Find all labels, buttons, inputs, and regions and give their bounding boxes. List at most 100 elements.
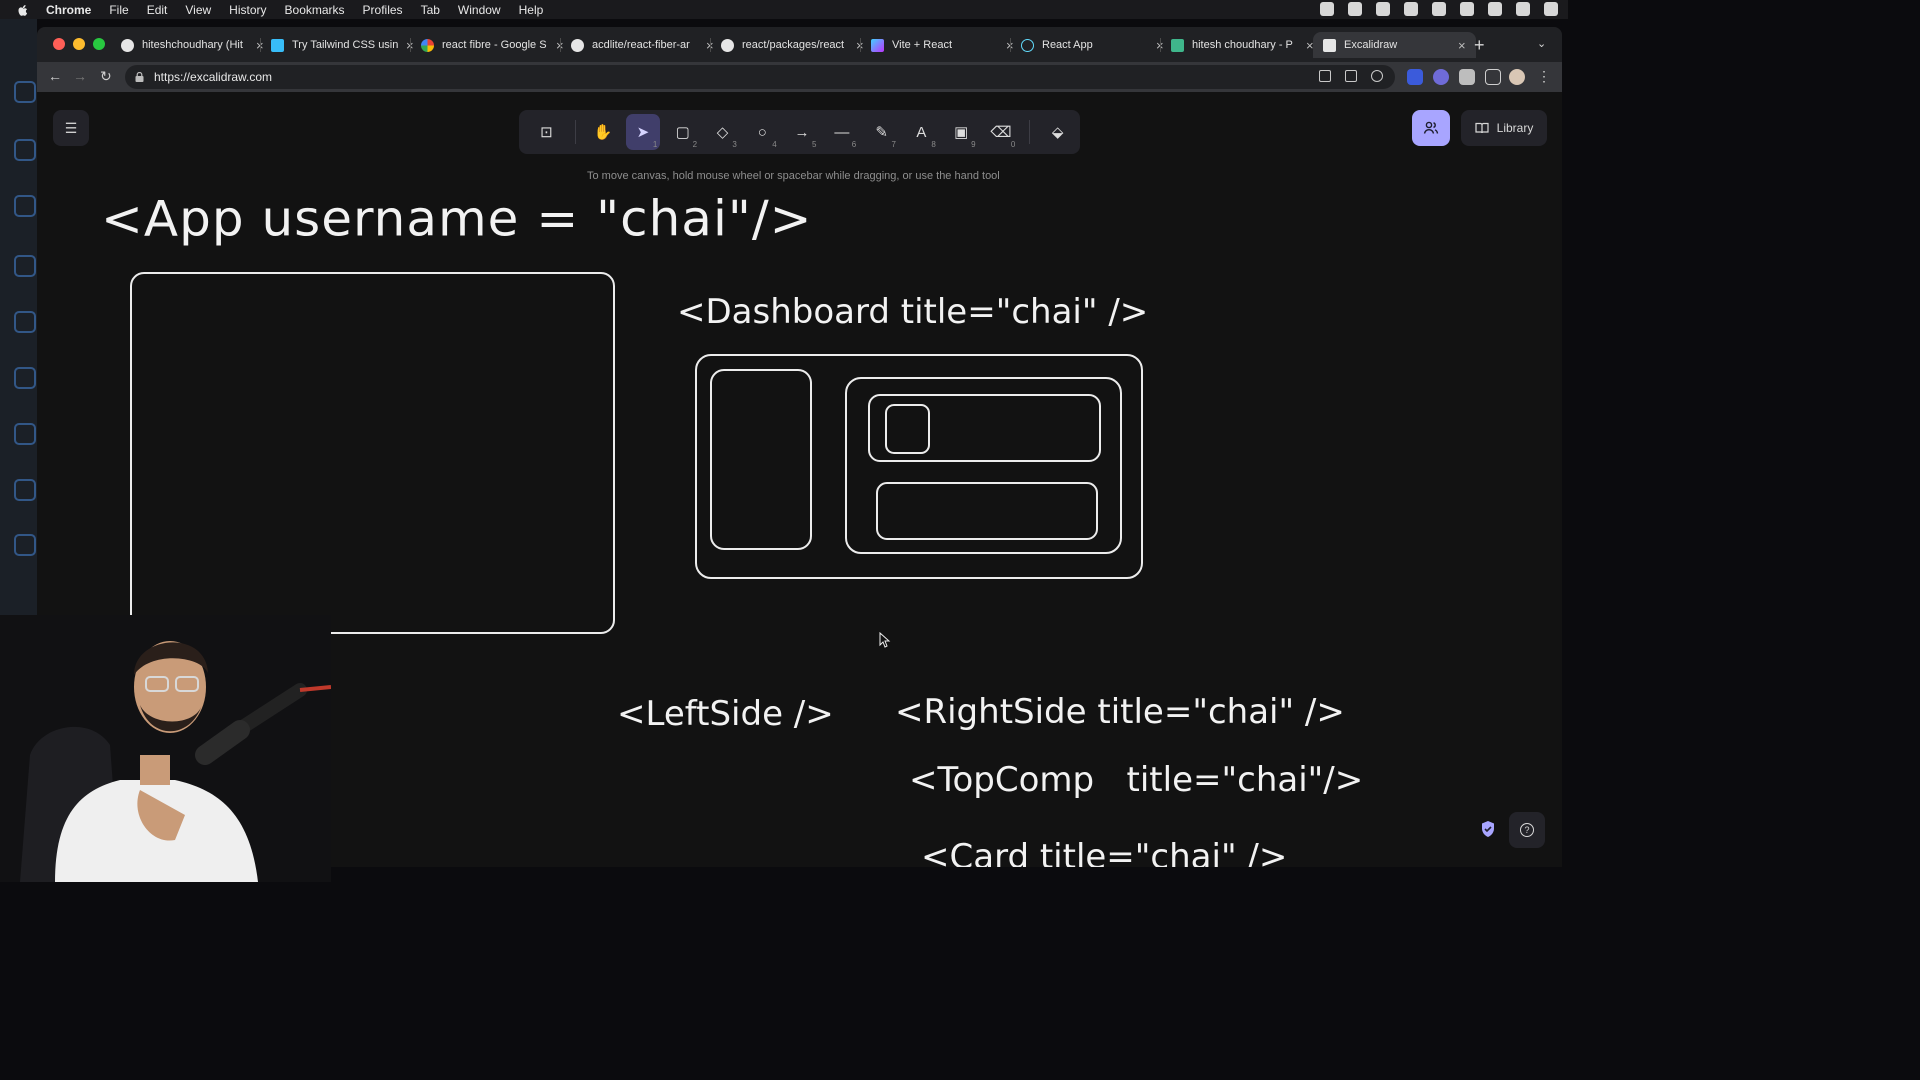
status-cloud-icon[interactable] <box>1376 2 1390 16</box>
minimize-window-button[interactable] <box>73 38 85 50</box>
extra-tools-button[interactable]: ⬙ <box>1040 114 1075 150</box>
tab-react-app[interactable]: React App × <box>1021 32 1164 58</box>
status-app-icon[interactable] <box>1320 2 1334 16</box>
menu-help[interactable]: Help <box>519 3 544 17</box>
tab-google-search[interactable]: react fibre - Google S × <box>421 32 564 58</box>
status-grid-icon[interactable] <box>1432 2 1446 16</box>
library-button[interactable]: Library <box>1461 110 1547 146</box>
dashboard-component-label[interactable]: <Dashboard title="chai" /> <box>677 292 1148 332</box>
help-button[interactable]: ? <box>1509 812 1545 848</box>
topcomp-avatar-box[interactable] <box>885 404 930 454</box>
text-icon: A <box>916 123 927 141</box>
excalidraw-icon <box>1323 38 1336 52</box>
tab-search-chevron-icon[interactable]: ⌄ <box>1537 37 1546 50</box>
reload-button[interactable]: ↻ <box>100 68 112 85</box>
zoom-window-button[interactable] <box>93 38 105 50</box>
rightside-component-label[interactable]: <RightSide title="chai" /> <box>895 692 1345 732</box>
apple-icon[interactable] <box>16 3 30 17</box>
rectangle-tool-button[interactable]: ▢ 2 <box>665 114 700 150</box>
status-m-icon[interactable] <box>1404 2 1418 16</box>
extension-2-icon[interactable] <box>1433 69 1449 85</box>
control-center-icon[interactable] <box>1544 2 1558 16</box>
vite-icon <box>871 38 884 52</box>
lock-tool-button[interactable]: ⊡ <box>529 114 564 150</box>
selection-tool-button[interactable]: ➤ 1 <box>625 114 661 150</box>
tab-hitesh-choudhary[interactable]: hitesh choudhary - P × <box>1171 32 1314 58</box>
topcomp-component-label[interactable]: <TopComp title="chai"/> <box>909 760 1363 800</box>
tab-acdlite-react-fiber[interactable]: acdlite/react-fiber-ar × <box>571 32 714 58</box>
menu-bookmarks[interactable]: Bookmarks <box>285 3 345 17</box>
menu-history[interactable]: History <box>229 3 266 17</box>
app-container-box[interactable] <box>130 272 615 634</box>
close-tab-icon[interactable]: × <box>1458 38 1466 53</box>
app-component-label[interactable]: <App username = "chai"/> <box>101 191 813 248</box>
install-app-icon[interactable] <box>1319 70 1331 82</box>
tab-react-packages[interactable]: react/packages/react × <box>721 32 864 58</box>
tab-excalidraw[interactable]: Excalidraw × <box>1313 32 1476 58</box>
extension-1-icon[interactable] <box>1407 69 1423 85</box>
status-sidebar-icon[interactable] <box>1348 2 1362 16</box>
profile-avatar[interactable] <box>1509 69 1525 85</box>
docker-icon <box>14 423 36 445</box>
card-box[interactable] <box>876 482 1098 540</box>
menu-window[interactable]: Window <box>458 3 501 17</box>
github-icon <box>14 479 36 501</box>
shapes-toolbar: ⊡ ✋ ➤ 1 ▢ 2 ◇ 3 ○ 4 → 5 —6 ✎ 7 A8 ▣ 9 ⌫ 0 ⬙ <box>519 110 1080 154</box>
status-icons <box>1320 2 1558 16</box>
shortcut-key: 8 <box>931 140 936 149</box>
line-tool-button[interactable]: —6 <box>824 114 859 150</box>
share-icon[interactable] <box>1345 70 1357 82</box>
rectangle-icon: ▢ <box>675 124 690 141</box>
url-text[interactable]: https://excalidraw.com <box>154 70 272 84</box>
tab-label: Try Tailwind CSS usin <box>292 39 399 51</box>
draw-tool-button[interactable]: ✎ 7 <box>864 114 899 150</box>
diamond-tool-button[interactable]: ◇ 3 <box>705 114 740 150</box>
battery-icon[interactable] <box>1488 2 1502 16</box>
card-component-label[interactable]: <Card title="chai" /> <box>921 837 1287 867</box>
browser-toolbar: ← → ↻ https://excalidraw.com ⋮ <box>37 62 1562 92</box>
leftside-component-label[interactable]: <LeftSide /> <box>617 694 834 734</box>
eraser-tool-button[interactable]: ⌫ 0 <box>984 114 1019 150</box>
menu-tab[interactable]: Tab <box>421 3 440 17</box>
pointer-icon: ➤ <box>636 124 650 141</box>
new-tab-button[interactable]: + <box>1474 35 1485 56</box>
main-menu-button[interactable]: ☰ <box>53 110 89 146</box>
text-tool-button[interactable]: A8 <box>904 114 939 150</box>
siri-icon[interactable] <box>1516 2 1530 16</box>
address-bar[interactable]: https://excalidraw.com <box>125 65 1395 89</box>
tab-tailwind[interactable]: Try Tailwind CSS usin × <box>271 32 414 58</box>
shortcut-key: 7 <box>891 140 896 149</box>
menu-view[interactable]: View <box>185 3 211 17</box>
book-icon <box>1475 122 1489 134</box>
explorer-icon <box>14 81 36 103</box>
leftside-box[interactable] <box>710 369 812 550</box>
shield-check-icon[interactable] <box>1480 820 1496 838</box>
image-tool-button[interactable]: ▣ 9 <box>944 114 979 150</box>
side-panel-icon[interactable] <box>1485 69 1501 85</box>
lock-icon[interactable] <box>135 72 144 82</box>
tab-label: React App <box>1042 39 1093 51</box>
extensions-puzzle-icon[interactable] <box>1459 69 1475 85</box>
wifi-icon[interactable] <box>1460 2 1474 16</box>
menu-file[interactable]: File <box>109 3 128 17</box>
menu-app-name[interactable]: Chrome <box>46 3 91 17</box>
live-collaboration-button[interactable] <box>1412 110 1450 146</box>
menu-profiles[interactable]: Profiles <box>363 3 403 17</box>
back-button[interactable]: ← <box>48 68 62 84</box>
tab-label: hiteshchoudhary (Hit <box>142 39 243 51</box>
liveshare-icon <box>14 534 36 556</box>
ellipse-tool-button[interactable]: ○ 4 <box>745 114 780 150</box>
arrow-tool-button[interactable]: → 5 <box>785 114 820 150</box>
shortcut-key: 9 <box>971 140 976 149</box>
forward-button[interactable]: → <box>73 68 87 84</box>
close-window-button[interactable] <box>53 38 65 50</box>
menu-edit[interactable]: Edit <box>147 3 168 17</box>
tab-vite-react[interactable]: Vite + React × <box>871 32 1014 58</box>
chrome-menu-icon[interactable]: ⋮ <box>1537 68 1551 85</box>
tab-hiteshchoudhary-github[interactable]: hiteshchoudhary (Hit × <box>121 32 264 58</box>
react-icon <box>1021 38 1034 52</box>
eraser-icon: ⌫ <box>990 124 1012 141</box>
library-label: Library <box>1496 121 1534 135</box>
hand-tool-button[interactable]: ✋ <box>586 114 621 150</box>
bookmark-star-icon[interactable] <box>1371 70 1383 82</box>
